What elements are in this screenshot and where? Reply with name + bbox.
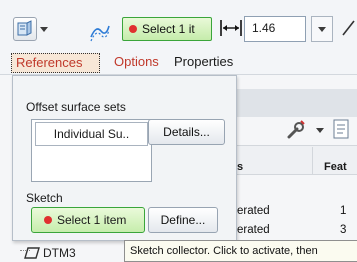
tree-item-dtm3[interactable]: DTM3 — [24, 246, 76, 260]
sketch-collector-label: Select 1 item — [57, 213, 127, 227]
tree-settings-icon[interactable] — [285, 119, 307, 141]
column-divider[interactable] — [312, 147, 313, 175]
dashboard-tabs: References Options Properties — [0, 50, 357, 75]
chevron-down-icon — [318, 26, 326, 32]
toolbar-sketch-collector[interactable]: Select 1 it — [122, 17, 212, 41]
feature-type-button[interactable] — [13, 13, 48, 45]
tab-references[interactable]: References — [11, 53, 100, 73]
column-status-header[interactable]: s — [237, 161, 243, 173]
details-button[interactable]: Details... — [148, 119, 225, 145]
chevron-down-icon — [40, 26, 48, 32]
required-dot-icon — [44, 216, 52, 224]
tree-row-feat: 3 — [340, 224, 347, 236]
offset-distance-input[interactable]: 1.46 — [244, 16, 306, 42]
offset-curve-icon — [90, 25, 110, 42]
tooltip: Sketch collector. Click to activate, the… — [124, 240, 357, 262]
feature-type-icon — [13, 17, 37, 41]
tree-filter-icon[interactable] — [332, 118, 352, 140]
chevron-down-icon[interactable] — [316, 128, 324, 133]
tree-row-status: erated — [237, 205, 270, 217]
offset-surface-sets-label: Offset surface sets — [26, 100, 126, 114]
sketch-label: Sketch — [26, 191, 63, 205]
tab-options[interactable]: Options — [110, 53, 163, 73]
tree-header-strip — [236, 89, 357, 117]
distance-dropdown-button[interactable] — [311, 16, 333, 42]
datum-plane-icon — [24, 247, 40, 259]
sketch-collector[interactable]: Select 1 item — [31, 207, 145, 233]
offset-surface-sets-list[interactable]: Individual Su.. — [31, 119, 152, 182]
column-feat-header[interactable]: Feat — [324, 161, 347, 173]
tree-item-label: DTM3 — [43, 246, 76, 260]
tree-row-feat: 1 — [340, 205, 347, 217]
references-panel: Offset surface sets Individual Su.. Deta… — [12, 75, 237, 241]
define-button[interactable]: Define... — [148, 207, 218, 233]
distance-icon — [220, 20, 242, 36]
required-dot-icon — [129, 25, 137, 33]
tab-properties[interactable]: Properties — [170, 53, 237, 73]
offset-type-button[interactable] — [88, 15, 112, 47]
dashboard-toolbar: Select 1 it 1.46 — [0, 0, 357, 50]
tree-row-status: erated — [237, 224, 270, 236]
toolbar-collector-label: Select 1 it — [142, 22, 195, 36]
list-item[interactable]: Individual Su.. — [35, 122, 148, 146]
sketch-line-icon[interactable] — [339, 17, 357, 39]
